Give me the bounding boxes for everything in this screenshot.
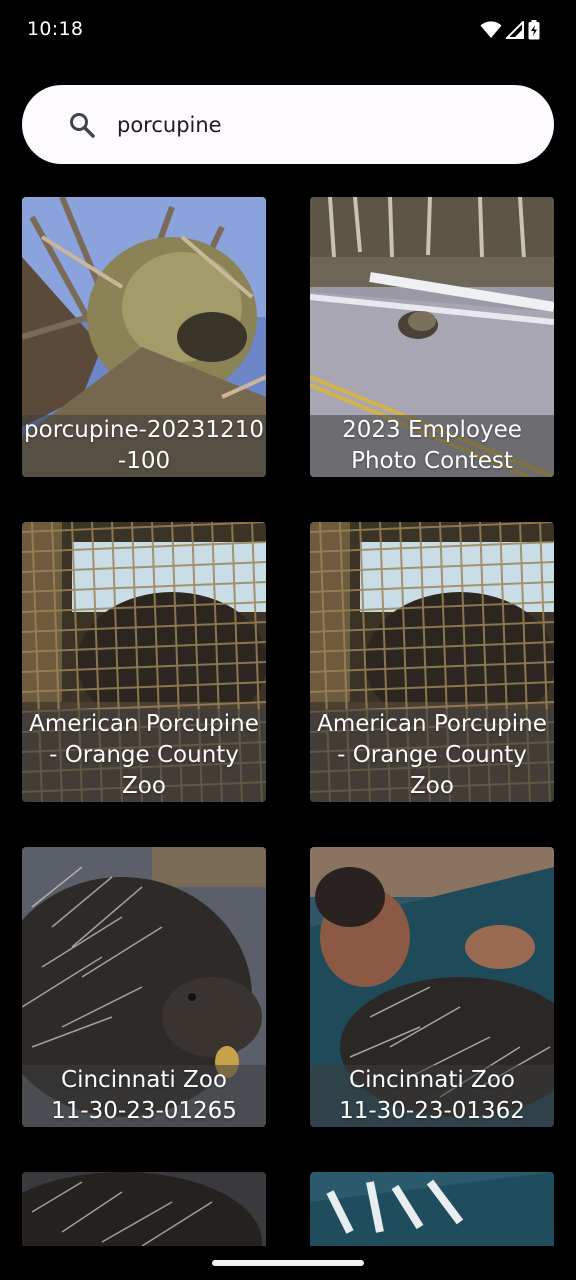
result-thumbnail bbox=[310, 1172, 554, 1246]
result-caption: Cincinnati Zoo 11-30-23-01265 bbox=[51, 1067, 237, 1124]
result-card[interactable]: Cincinnati Zoo 11-30-23-01362 bbox=[310, 847, 554, 1127]
status-bar: 10:18 bbox=[0, 0, 576, 64]
result-card-partial[interactable] bbox=[22, 1172, 266, 1246]
result-card[interactable]: porcupine-20231210 -100 bbox=[22, 197, 266, 477]
result-card-partial[interactable] bbox=[310, 1172, 554, 1246]
result-caption: Cincinnati Zoo 11-30-23-01362 bbox=[339, 1067, 525, 1124]
result-card[interactable]: Cincinnati Zoo 11-30-23-01265 bbox=[22, 847, 266, 1127]
result-caption: porcupine-20231210 -100 bbox=[24, 417, 264, 474]
search-input[interactable] bbox=[117, 107, 517, 143]
status-icons bbox=[480, 20, 540, 40]
wifi-icon bbox=[480, 21, 502, 39]
result-card[interactable]: American Porcupine - Orange County Zoo bbox=[310, 522, 554, 802]
signal-icon bbox=[506, 21, 524, 39]
result-card[interactable]: American Porcupine - Orange County Zoo bbox=[22, 522, 266, 802]
gesture-nav-handle[interactable] bbox=[212, 1260, 364, 1266]
result-thumbnail bbox=[22, 1172, 266, 1246]
result-card[interactable]: 2023 Employee Photo Contest bbox=[310, 197, 554, 477]
search-bar[interactable] bbox=[22, 85, 554, 164]
status-time: 10:18 bbox=[27, 18, 84, 40]
search-icon[interactable] bbox=[68, 111, 96, 139]
battery-charging-icon bbox=[528, 20, 540, 40]
result-caption: 2023 Employee Photo Contest bbox=[342, 417, 522, 474]
result-caption: American Porcupine - Orange County Zoo bbox=[29, 711, 259, 799]
result-caption: American Porcupine - Orange County Zoo bbox=[317, 711, 547, 799]
